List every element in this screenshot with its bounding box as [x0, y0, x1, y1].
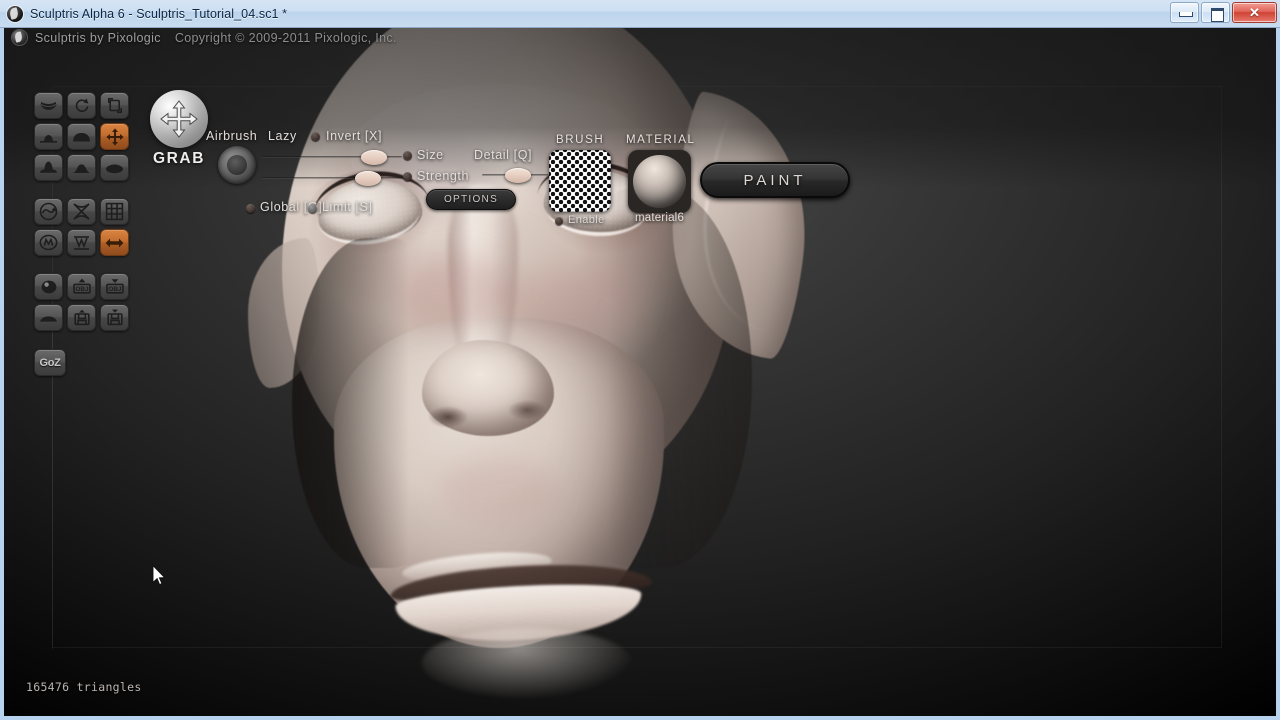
tool-row: OBJ OBJ [34, 273, 129, 300]
brush-swatch[interactable] [549, 150, 611, 212]
mask-tool-button[interactable] [67, 198, 96, 225]
strength-slider[interactable] [262, 171, 402, 185]
airbrush-label[interactable]: Airbrush [206, 129, 257, 143]
options-button[interactable]: OPTIONS [426, 189, 516, 210]
close-icon: ✕ [1233, 5, 1276, 21]
global-toggle-dot[interactable] [246, 204, 255, 213]
window-edge-bottom [0, 716, 1280, 720]
detail-slider-knob[interactable] [505, 168, 531, 183]
window-titlebar[interactable]: Sculptris Alpha 6 - Sculptris_Tutorial_0… [0, 0, 1280, 28]
size-slider-knob[interactable] [361, 150, 387, 165]
mouse-pointer [152, 565, 166, 587]
program-banner: Sculptris by Pixologic Copyright © 2009-… [12, 30, 397, 45]
tool-row: GoZ [34, 349, 129, 376]
airbrush-knob-core [227, 155, 247, 175]
skin-tone-blotch [438, 458, 558, 524]
reduce-brush-tool-button[interactable] [34, 198, 63, 225]
left-cheek-shadow [292, 238, 442, 568]
size-toggle-dot[interactable] [403, 151, 412, 160]
wireframe-tool-button[interactable] [67, 229, 96, 256]
open-file-button[interactable] [67, 304, 96, 331]
brush-enable-dot[interactable] [555, 217, 563, 225]
minimize-button[interactable] [1170, 2, 1199, 23]
close-button[interactable]: ✕ [1232, 2, 1277, 23]
size-slider[interactable] [262, 150, 402, 164]
chin [422, 628, 632, 698]
symmetry-tool-button[interactable] [100, 229, 129, 256]
detail-slider[interactable] [482, 168, 548, 182]
right-nostril [508, 400, 546, 420]
product-name: Sculptris by Pixologic [35, 31, 161, 45]
size-label[interactable]: Size [417, 148, 444, 162]
limit-toggle-dot[interactable] [308, 204, 317, 213]
symmetry-grid-tool-button[interactable] [100, 198, 129, 225]
goz-label: GoZ [39, 357, 60, 369]
material-swatch[interactable] [628, 150, 691, 213]
limit-label[interactable]: Limit [S] [322, 200, 373, 214]
right-cheek-shadow [572, 188, 752, 568]
active-tool-name: GRAB [150, 150, 208, 168]
copyright-text: Copyright © 2009-2011 Pixologic, Inc. [175, 31, 397, 45]
mirror-tool-button[interactable] [34, 229, 63, 256]
sphere-primitive-button[interactable] [34, 273, 63, 300]
window-controls: ✕ [1170, 2, 1277, 23]
strength-slider-knob[interactable] [355, 171, 381, 186]
3d-viewport[interactable]: Sculptris by Pixologic Copyright © 2009-… [4, 28, 1276, 716]
export-obj-button[interactable]: OBJ [100, 273, 129, 300]
tool-row [34, 304, 129, 331]
material-name-label: material6 [628, 212, 691, 224]
paint-button[interactable]: PAINT [700, 162, 850, 198]
lazy-label[interactable]: Lazy [268, 129, 297, 143]
brush-enable-label[interactable]: Enable [568, 214, 605, 226]
material-sphere-preview-icon [633, 155, 686, 208]
window-title: Sculptris Alpha 6 - Sculptris_Tutorial_0… [30, 7, 287, 21]
tool-row [34, 229, 129, 256]
goz-button[interactable]: GoZ [34, 349, 66, 376]
detail-label[interactable]: Detail [Q] [474, 148, 532, 162]
svg-text:OBJ: OBJ [108, 286, 122, 293]
invert-toggle-dot[interactable] [311, 132, 320, 141]
import-obj-button[interactable]: OBJ [67, 273, 96, 300]
sculptris-logo-icon [12, 30, 27, 45]
brush-caption: BRUSH [556, 134, 604, 146]
svg-text:OBJ: OBJ [75, 286, 89, 293]
active-tool-preview[interactable] [150, 90, 208, 148]
save-file-button[interactable] [100, 304, 129, 331]
sculptris-window: Sculptris Alpha 6 - Sculptris_Tutorial_0… [0, 0, 1280, 720]
brush-settings-bar: GRAB Airbrush Lazy Invert [X] Global [G]… [4, 76, 1276, 180]
strength-toggle-dot[interactable] [403, 172, 412, 181]
invert-label[interactable]: Invert [X] [326, 129, 382, 143]
sculptris-logo-icon [7, 6, 23, 22]
triangle-count-status: 165476 triangles [26, 680, 142, 694]
airbrush-knob[interactable] [218, 146, 256, 184]
plane-primitive-button[interactable] [34, 304, 63, 331]
maximize-button[interactable] [1201, 2, 1230, 23]
material-caption: MATERIAL [626, 134, 695, 146]
window-edge-right [1276, 28, 1280, 720]
tool-row [34, 198, 129, 225]
strength-label[interactable]: Strength [417, 169, 469, 183]
